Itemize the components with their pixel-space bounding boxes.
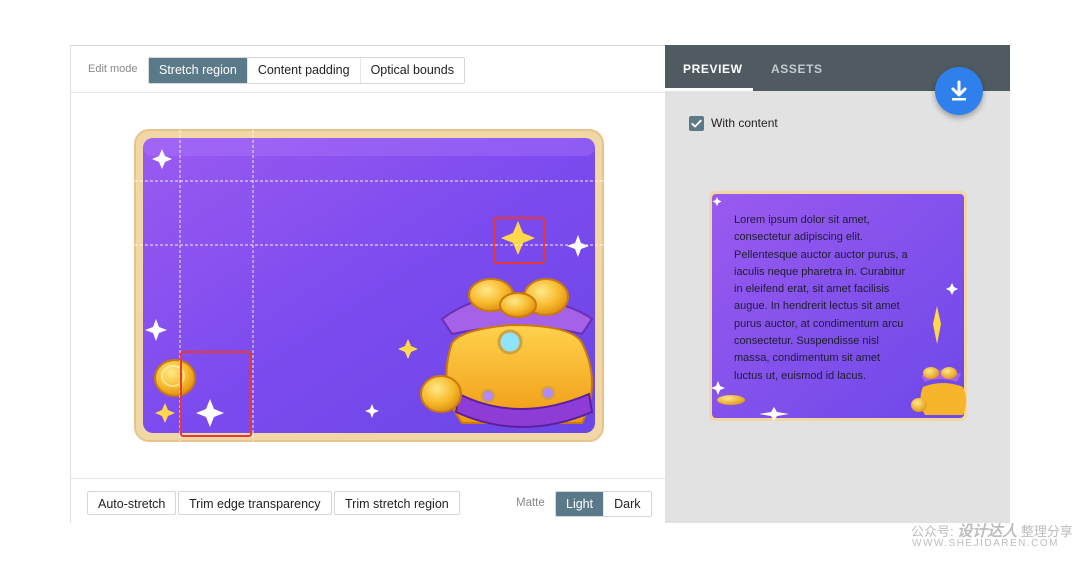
matte-selector: Light Dark [555, 491, 652, 517]
matte-label: Matte [516, 497, 545, 509]
watermark-prefix: 公众号: [911, 524, 954, 539]
preview-panel: PREVIEW ASSETS With content Lorem ipsum … [665, 45, 1010, 523]
gold-coin-icon [154, 359, 196, 397]
check-icon [691, 119, 702, 127]
tab-assets[interactable]: ASSETS [771, 62, 823, 76]
download-button[interactable] [935, 67, 983, 115]
with-content-label: With content [711, 116, 778, 130]
matte-light-button[interactable]: Light [556, 492, 604, 516]
preview-content-text: Lorem ipsum dolor sit amet, consectetur … [734, 214, 908, 382]
watermark-url: WWW.SHEJIDAREN.COM [912, 538, 1059, 549]
with-content-toggle[interactable]: With content [689, 114, 778, 132]
active-tab-indicator [665, 88, 753, 91]
editor-canvas [71, 93, 665, 478]
stretch-region-button[interactable]: Stretch region [149, 58, 247, 83]
content-padding-button[interactable]: Content padding [246, 58, 360, 83]
edit-mode-label: Edit mode [88, 63, 138, 75]
auto-stretch-button[interactable]: Auto-stretch [87, 491, 177, 515]
with-content-checkbox[interactable] [689, 115, 704, 131]
trim-stretch-region-button[interactable]: Trim stretch region [334, 491, 460, 515]
watermark-suffix: 整理分享 [1020, 524, 1073, 539]
nine-patch-editor: Edit mode Stretch region Content padding… [70, 45, 665, 523]
edit-mode-selector: Stretch region Content padding Optical b… [148, 57, 465, 84]
editor-top-toolbar: Edit mode Stretch region Content padding… [71, 46, 665, 93]
editor-bottom-toolbar: Auto-stretch Trim edge transparency Trim… [71, 478, 665, 525]
matte-dark-button[interactable]: Dark [603, 492, 651, 516]
optical-bounds-button[interactable]: Optical bounds [359, 58, 464, 83]
tab-preview[interactable]: PREVIEW [683, 62, 743, 76]
download-icon [951, 80, 967, 101]
trim-edge-transparency-button[interactable]: Trim edge transparency [178, 491, 332, 515]
nine-patch-artboard[interactable] [134, 129, 604, 442]
